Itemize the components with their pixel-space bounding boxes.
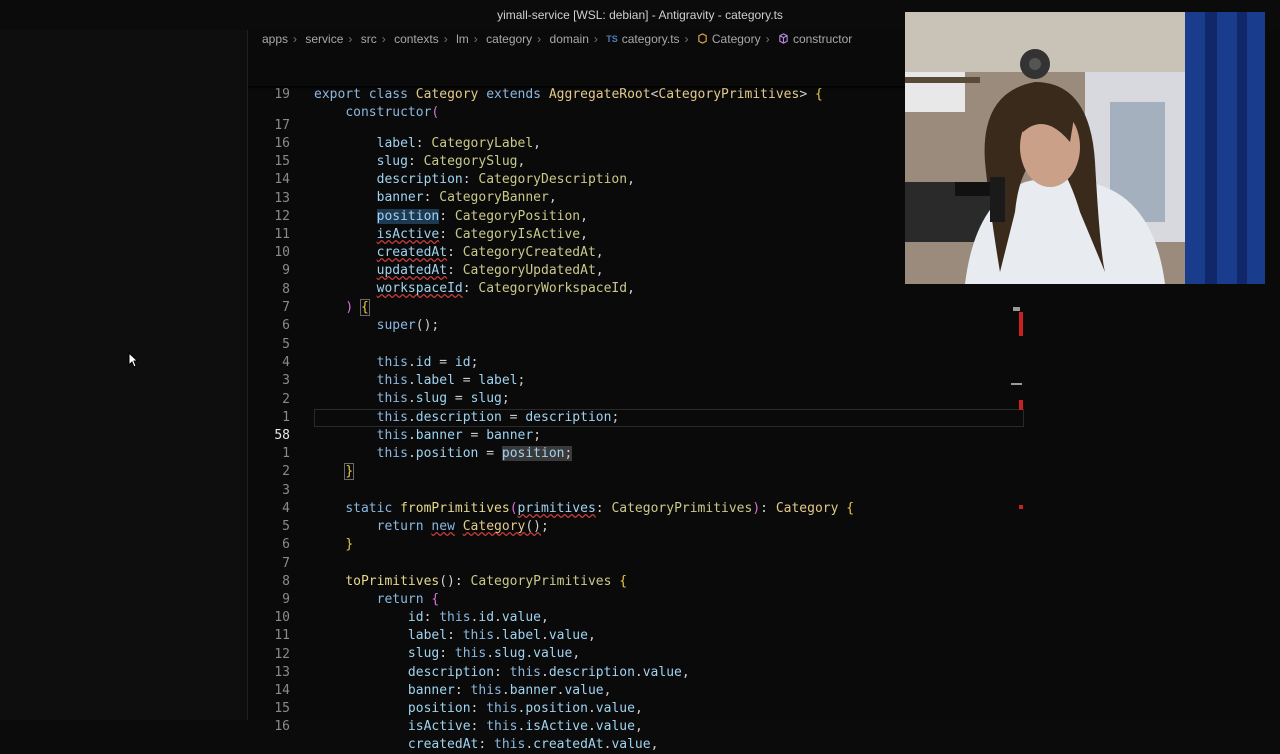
breadcrumb-item-category[interactable]: category	[486, 32, 532, 46]
sidebar-panel[interactable]	[0, 30, 248, 720]
error-marker[interactable]	[1019, 312, 1023, 336]
breadcrumb-item-apps[interactable]: apps	[262, 32, 288, 46]
code-line[interactable]: 3 static fromPrimitives(primitives: Cate…	[248, 464, 1028, 516]
error-marker[interactable]	[1019, 505, 1023, 509]
breadcrumb-file[interactable]: category.ts	[622, 32, 680, 46]
breadcrumb-item-service[interactable]: service	[305, 32, 343, 46]
breadcrumb: apps › service › src › contexts › lm › catego…	[262, 31, 853, 46]
code-line[interactable]: 2	[248, 445, 1028, 479]
code-line[interactable]: 3 this.slug = slug;	[248, 354, 1028, 406]
code-line[interactable]: 9 id: this.id.value,	[248, 573, 1028, 625]
code-line[interactable]: 11 slug: this.slug.value,	[248, 609, 1028, 661]
mouse-cursor-icon	[128, 352, 138, 368]
code-line[interactable]: 8 return {	[248, 555, 1028, 607]
code-line[interactable]: 1 this.banner = banner;	[248, 391, 1028, 443]
breadcrumb-item-src[interactable]: src	[361, 32, 377, 46]
error-marker[interactable]	[1019, 400, 1023, 410]
code-line[interactable]: 12 description: this.description.value,	[248, 628, 1028, 680]
code-line[interactable]: 5 }	[248, 500, 1028, 552]
code-line[interactable]: 4 return new Category();	[248, 482, 1028, 534]
class-icon	[698, 33, 707, 45]
code-text: createdAt: this.createdAt.value,	[407, 737, 659, 752]
overview-marker	[1013, 307, 1020, 311]
webcam-overlay	[905, 12, 1265, 284]
breadcrumb-item-lm[interactable]: lm	[456, 32, 469, 46]
method-icon	[779, 33, 788, 45]
code-line[interactable]: 13 banner: this.banner.value,	[248, 646, 1028, 698]
breadcrumb-member[interactable]: constructor	[793, 32, 852, 46]
code-line[interactable]: 15 isActive: this.isActive.value,	[248, 682, 1028, 734]
code-line[interactable]: 6	[248, 299, 1028, 333]
breadcrumb-item-contexts[interactable]: contexts	[394, 32, 439, 46]
code-line[interactable]: 7 toPrimitives(): CategoryPrimitives {	[248, 537, 1028, 589]
code-line-current[interactable]: 58 this.position = position;	[248, 409, 1028, 461]
code-line[interactable]: 1 }	[248, 427, 1028, 480]
code-text: isActive: this.isActive.value,	[407, 719, 643, 734]
code-line[interactable]: 4 this.label = label;	[248, 336, 1028, 388]
code-line[interactable]: 10 label: this.label.value,	[248, 591, 1028, 643]
typescript-file-icon: TS	[606, 33, 618, 44]
line-number: 16	[274, 719, 290, 734]
code-line[interactable]: 2 this.description = description;	[248, 373, 1028, 425]
code-line[interactable]: 5 this.id = id;	[248, 318, 1028, 370]
code-line[interactable]: 14 position: this.position.value,	[248, 664, 1028, 716]
cursor-position-marker	[1011, 383, 1022, 385]
code-line[interactable]: 16 createdAt: this.createdAt.value,	[248, 700, 1028, 752]
webcam-image	[905, 12, 1265, 284]
code-line[interactable]: 6	[248, 518, 1028, 552]
breadcrumb-class[interactable]: Category	[712, 32, 761, 46]
breadcrumb-item-domain[interactable]: domain	[550, 32, 589, 46]
